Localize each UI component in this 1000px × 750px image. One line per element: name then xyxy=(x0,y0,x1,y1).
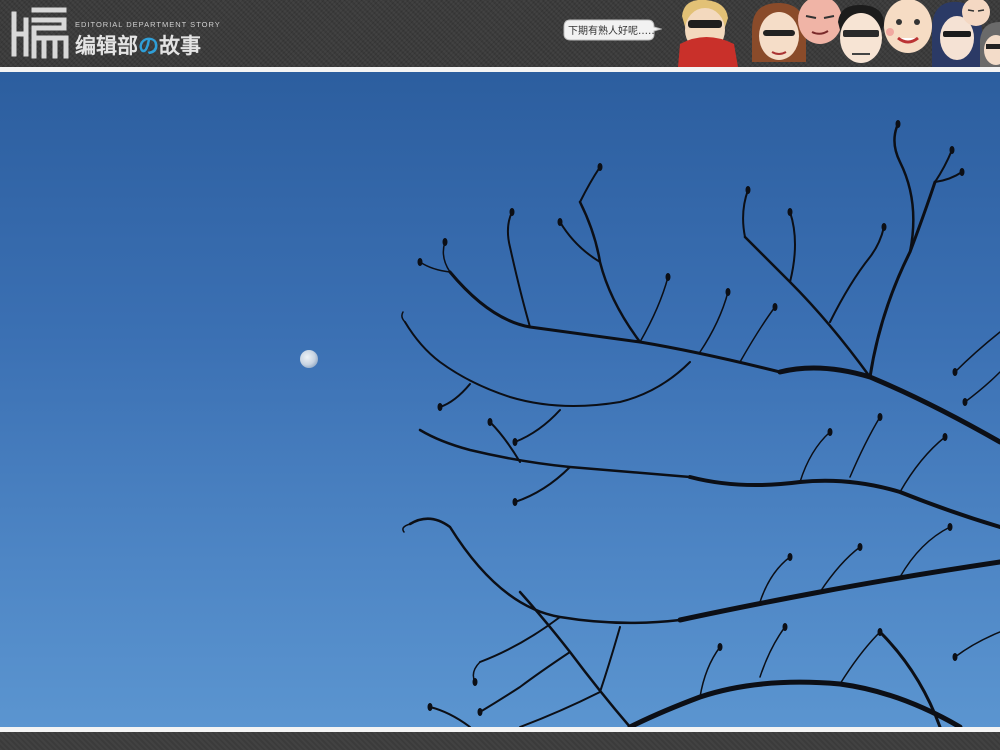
logo-title-b: 故事 xyxy=(159,34,201,58)
site-footer xyxy=(0,732,1000,750)
logo-subtitle: EDITORIAL DEPARTMENT STORY xyxy=(75,20,221,29)
branch xyxy=(418,428,692,479)
character-face-icon xyxy=(752,2,806,63)
branch xyxy=(954,331,1000,658)
branch xyxy=(688,475,1000,529)
branch xyxy=(934,149,963,183)
sky-photo xyxy=(0,72,1000,727)
character-face-icon xyxy=(838,4,884,63)
branch xyxy=(639,276,776,363)
logo-title-a: 编辑部 xyxy=(75,34,138,58)
branch xyxy=(479,651,571,713)
character-face-icon xyxy=(884,0,932,53)
branch xyxy=(893,122,915,254)
branch xyxy=(408,517,682,625)
branch xyxy=(677,559,1000,623)
branch xyxy=(402,523,481,683)
moon-icon xyxy=(300,350,318,368)
branch xyxy=(742,189,796,283)
cartoon-characters-banner xyxy=(678,0,1000,67)
branch xyxy=(829,226,885,323)
character-face-icon xyxy=(980,22,1000,67)
logo-title[interactable]: 编辑部の故事 xyxy=(75,30,201,60)
branch xyxy=(627,679,963,727)
tree-silhouette xyxy=(300,120,1000,727)
branch xyxy=(777,365,1000,445)
branch xyxy=(448,270,782,374)
site-header: EDITORIAL DEPARTMENT STORY 编辑部の故事 下期有熟人好… xyxy=(0,0,1000,67)
branch xyxy=(429,691,601,727)
logo-icon[interactable] xyxy=(10,4,70,60)
branch xyxy=(868,180,937,379)
branch xyxy=(743,235,872,379)
logo-title-no: の xyxy=(138,34,159,58)
branch xyxy=(506,211,531,328)
branch xyxy=(559,166,601,263)
branch-buds xyxy=(417,120,968,716)
branch xyxy=(401,241,451,323)
branch xyxy=(518,590,632,727)
branch xyxy=(578,200,642,344)
character-face-icon xyxy=(678,0,738,67)
branch xyxy=(404,321,691,407)
speech-bubble-text: 下期有熟人好呢…… xyxy=(568,26,654,37)
branch xyxy=(759,526,951,603)
